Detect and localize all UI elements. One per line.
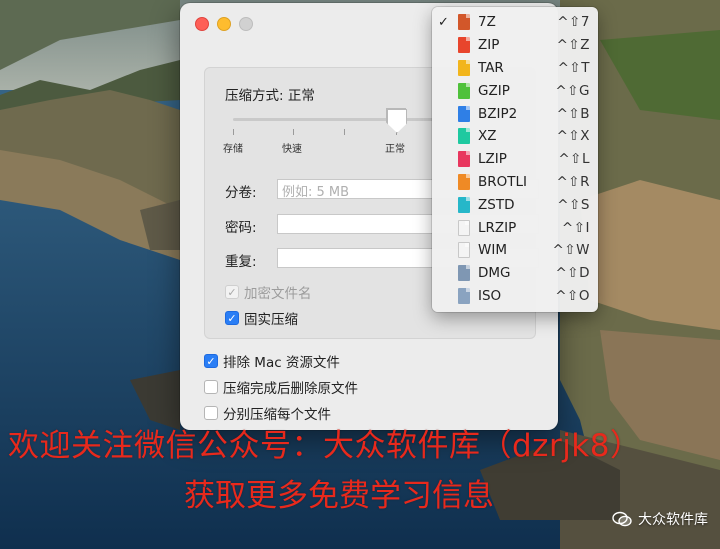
checkbox-icon: ✓	[225, 285, 239, 299]
keyboard-shortcut: ^⇧Z	[556, 37, 590, 54]
slider-tick	[344, 129, 345, 135]
archive-file-icon	[458, 265, 470, 282]
archive-file-icon	[458, 242, 470, 259]
keyboard-shortcut: ^⇧T	[557, 59, 590, 76]
keyboard-shortcut: ^⇧W	[552, 242, 590, 259]
format-name: ZSTD	[478, 196, 515, 213]
format-dropdown-menu: ✓ 7Z ^⇧7 ZIP ^⇧Z TAR ^⇧T GZIP ^⇧G BZIP2 ^⇧B XZ ^⇧X LZ…	[432, 7, 598, 312]
keyboard-shortcut: ^⇧7	[557, 14, 590, 31]
format-menu-item-brotli[interactable]: BROTLI ^⇧R	[432, 171, 598, 194]
format-name: ISO	[478, 287, 502, 304]
archive-file-icon	[458, 287, 470, 304]
format-menu-item-dmg[interactable]: DMG ^⇧D	[432, 262, 598, 285]
watermark-text: 大众软件库	[638, 512, 708, 528]
checkbox-icon: ✓	[225, 311, 239, 325]
repeat-password-label: 重复:	[225, 254, 257, 270]
checkmark-icon: ✓	[438, 14, 449, 30]
format-name: TAR	[478, 59, 504, 76]
archive-file-icon	[458, 151, 470, 168]
format-name: LRZIP	[478, 219, 517, 236]
slider-tick	[293, 129, 294, 135]
slider-tick-label: 正常	[385, 144, 405, 155]
format-menu-item-xz[interactable]: XZ ^⇧X	[432, 125, 598, 148]
keyboard-shortcut: ^⇧S	[557, 196, 590, 213]
keyboard-shortcut: ^⇧B	[556, 105, 590, 122]
format-name: BROTLI	[478, 173, 528, 190]
wechat-icon	[612, 511, 632, 527]
format-name: WIM	[478, 242, 507, 259]
slider-tick-label: 存储	[223, 144, 243, 155]
zoom-button[interactable]	[239, 17, 253, 31]
format-menu-item-bzip2[interactable]: BZIP2 ^⇧B	[432, 102, 598, 125]
split-label: 分卷:	[225, 185, 257, 201]
format-name: GZIP	[478, 82, 510, 99]
promo-text-line1: 欢迎关注微信公众号：大众软件库（dzrjk8）	[8, 428, 642, 464]
format-menu-item-lzip[interactable]: LZIP ^⇧L	[432, 148, 598, 171]
archive-file-icon	[458, 173, 470, 190]
checkbox-icon: ✓	[204, 354, 218, 368]
window-controls	[195, 17, 253, 31]
close-button[interactable]	[195, 17, 209, 31]
archive-file-icon	[458, 105, 470, 122]
format-name: LZIP	[478, 151, 507, 168]
password-label: 密码:	[225, 220, 257, 236]
format-name: 7Z	[478, 14, 496, 31]
format-menu-item-lrzip[interactable]: LRZIP ^⇧I	[432, 216, 598, 239]
format-name: ZIP	[478, 37, 500, 54]
archive-file-icon	[458, 59, 470, 76]
keyboard-shortcut: ^⇧I	[561, 219, 590, 236]
format-name: DMG	[478, 265, 511, 282]
format-menu-item-iso[interactable]: ISO ^⇧O	[432, 285, 598, 308]
checkbox-icon	[204, 380, 218, 394]
archive-file-icon	[458, 37, 470, 54]
promo-text-line2: 获取更多免费学习信息	[184, 478, 494, 514]
format-menu-item-gzip[interactable]: GZIP ^⇧G	[432, 79, 598, 102]
solid-compression-checkbox[interactable]: ✓ 固实压缩	[225, 308, 298, 328]
keyboard-shortcut: ^⇧L	[558, 151, 590, 168]
archive-file-icon	[458, 196, 470, 213]
encrypt-filenames-checkbox[interactable]: ✓ 加密文件名	[225, 282, 312, 302]
checkbox-icon	[204, 406, 218, 420]
wechat-watermark: 大众软件库	[612, 509, 708, 529]
format-menu-item-zstd[interactable]: ZSTD ^⇧S	[432, 193, 598, 216]
keyboard-shortcut: ^⇧G	[555, 82, 590, 99]
exclude-mac-resources-checkbox[interactable]: ✓ 排除 Mac 资源文件	[204, 351, 340, 371]
archive-file-icon	[458, 14, 470, 31]
delete-after-compress-checkbox[interactable]: 压缩完成后删除原文件	[204, 377, 358, 397]
format-menu-item-wim[interactable]: WIM ^⇧W	[432, 239, 598, 262]
format-menu-item-tar[interactable]: TAR ^⇧T	[432, 57, 598, 80]
minimize-button[interactable]	[217, 17, 231, 31]
format-name: XZ	[478, 128, 497, 145]
keyboard-shortcut: ^⇧R	[556, 173, 590, 190]
slider-knob[interactable]	[387, 109, 407, 133]
compression-method-label: 压缩方式: 正常	[225, 88, 315, 104]
archive-file-icon	[458, 82, 470, 99]
slider-tick-label: 快速	[282, 144, 302, 155]
format-menu-item-zip[interactable]: ZIP ^⇧Z	[432, 34, 598, 57]
keyboard-shortcut: ^⇧D	[555, 265, 590, 282]
slider-tick	[233, 129, 234, 135]
format-menu-item-7z[interactable]: ✓ 7Z ^⇧7	[432, 11, 598, 34]
format-name: BZIP2	[478, 105, 518, 122]
keyboard-shortcut: ^⇧O	[555, 287, 590, 304]
archive-file-icon	[458, 128, 470, 145]
archive-file-icon	[458, 219, 470, 236]
keyboard-shortcut: ^⇧X	[556, 128, 590, 145]
